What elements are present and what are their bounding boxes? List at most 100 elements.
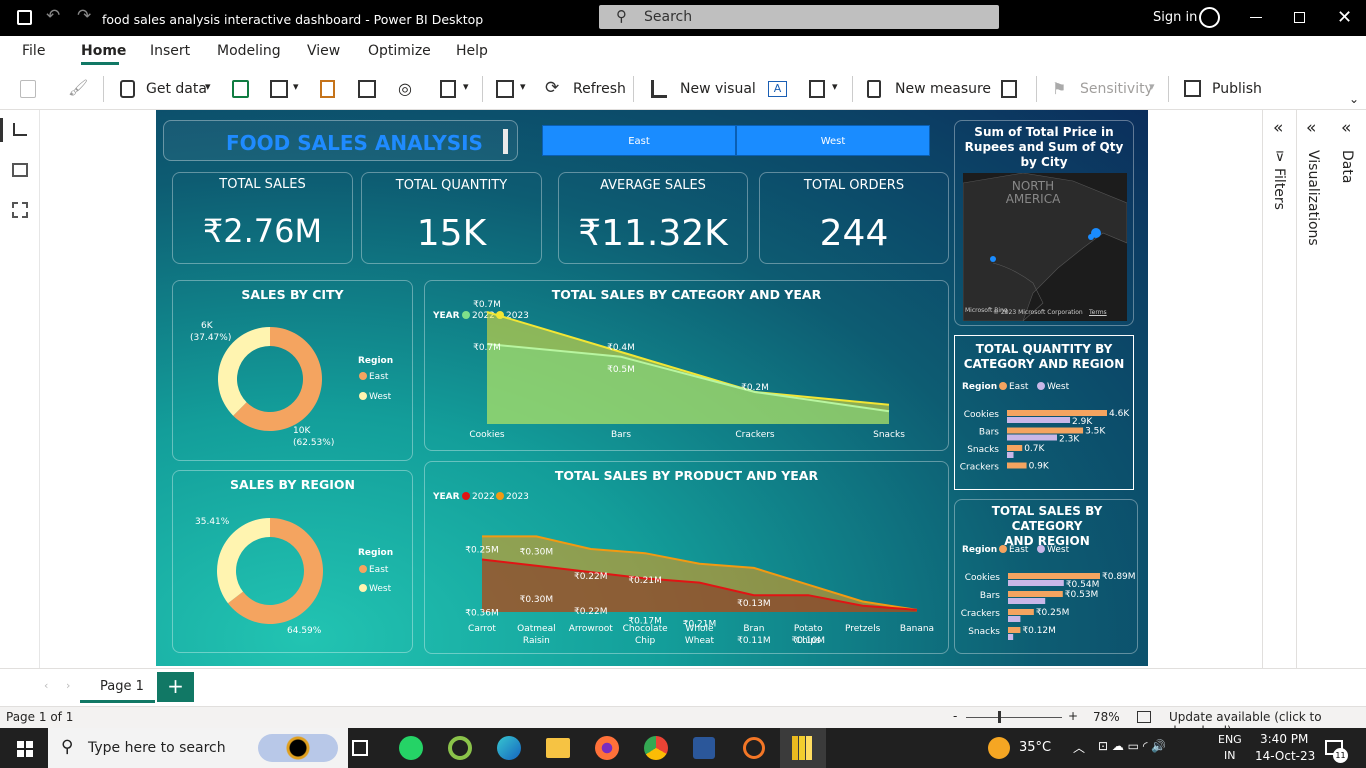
collapse-ribbon-icon[interactable]: ⌄	[1349, 92, 1359, 106]
x-tick-label: Chip	[635, 636, 655, 646]
expand-filters-icon[interactable]: «	[1273, 118, 1283, 138]
text-box-icon[interactable]: A	[768, 81, 787, 97]
format-painter-icon[interactable]: 🖌	[68, 78, 88, 97]
sql-icon[interactable]	[320, 80, 335, 98]
word-icon[interactable]	[693, 737, 715, 759]
taskbar-search[interactable]: ⚲ Type here to search	[48, 728, 348, 768]
kpi-total-quantity: TOTAL QUANTITY 15K	[361, 172, 542, 264]
report-view-icon[interactable]	[13, 123, 27, 136]
lang-eng[interactable]: ENG	[1218, 733, 1242, 746]
refresh-button[interactable]: Refresh	[573, 81, 626, 97]
zoom-out-icon[interactable]: -	[953, 709, 957, 723]
get-data-button[interactable]: Get data	[146, 81, 207, 97]
sensitivity-icon: ⚑	[1052, 79, 1067, 98]
tab-file[interactable]: File	[22, 43, 45, 59]
data-hub-icon[interactable]	[270, 80, 288, 98]
clock-time[interactable]: 3:40 PM	[1260, 732, 1308, 746]
next-page-icon[interactable]: ›	[66, 679, 70, 692]
legend-west: West	[369, 584, 392, 594]
calculator-icon	[867, 80, 881, 98]
tab-view[interactable]: View	[307, 43, 340, 59]
edge-icon[interactable]	[497, 736, 521, 760]
firefox-icon[interactable]	[595, 736, 619, 760]
file-explorer-icon[interactable]	[546, 738, 570, 758]
maximize-icon[interactable]	[1294, 12, 1305, 23]
dataverse-icon[interactable]: ◎	[398, 79, 412, 98]
title-card: FOOD SALES ANALYSIS	[163, 120, 518, 161]
clock-date[interactable]: 14-Oct-23	[1255, 749, 1315, 763]
data-label-east: 0.9K	[1029, 462, 1050, 472]
table-view-icon[interactable]	[12, 163, 28, 177]
tab-home[interactable]: Home	[81, 43, 126, 59]
sales-by-product-year-card[interactable]: TOTAL SALES BY PRODUCT AND YEAR YEAR 202…	[424, 461, 949, 654]
enter-data-icon[interactable]	[358, 80, 376, 98]
label-west-pct: (37.47%)	[190, 333, 231, 343]
new-measure-button[interactable]: New measure	[895, 81, 991, 97]
x-tick-label: Cookies	[469, 430, 505, 440]
sign-in-link[interactable]: Sign in	[1153, 10, 1197, 25]
tab-help[interactable]: Help	[456, 43, 488, 59]
chrome-icon[interactable]	[644, 736, 668, 760]
map-terms-link[interactable]: Terms	[1089, 309, 1107, 316]
model-view-icon[interactable]	[12, 202, 28, 218]
tab-modeling[interactable]: Modeling	[217, 43, 281, 59]
x-tick-label: Bars	[611, 430, 631, 440]
slicer-east[interactable]: East	[542, 125, 736, 156]
x-tick-label: Bran	[743, 624, 764, 634]
save-icon[interactable]	[17, 10, 32, 25]
task-view-icon[interactable]	[352, 740, 368, 756]
active-app-indicator	[780, 728, 826, 768]
search-box[interactable]: ⚲ Search	[599, 5, 999, 29]
sales-by-category-year-card[interactable]: TOTAL SALES BY CATEGORY AND YEAR YEAR 20…	[424, 280, 949, 451]
sales-by-city-card[interactable]: SALES BY CITY 6K (37.47%) 10K (62.53%) R…	[172, 280, 413, 461]
quantity-by-category-card[interactable]: TOTAL QUANTITY BY CATEGORY AND REGION Re…	[954, 335, 1134, 490]
redo-icon[interactable]: ↷	[77, 6, 91, 26]
map-canvas[interactable]: NORTH AMERICA Microsoft Bing © 2023 Micr…	[963, 173, 1127, 321]
jupyter-icon[interactable]	[743, 737, 765, 759]
expand-visualizations-icon[interactable]: «	[1306, 118, 1316, 138]
minimize-icon[interactable]	[1250, 17, 1262, 18]
zoom-in-icon[interactable]: +	[1068, 709, 1078, 723]
zoom-slider[interactable]	[966, 717, 1062, 718]
add-page-button[interactable]: +	[157, 672, 194, 702]
tray-icons[interactable]: ⊡ ☁ ▭ ◜ 🔊	[1098, 739, 1166, 753]
bar-east	[1007, 445, 1023, 451]
recent-sources-icon[interactable]	[440, 80, 456, 98]
new-visual-button[interactable]: New visual	[680, 81, 756, 97]
window-title: food sales analysis interactive dashboar…	[102, 12, 484, 27]
sales-by-region-card[interactable]: SALES BY REGION 35.41% 64.59% Region Eas…	[172, 470, 413, 653]
expand-data-icon[interactable]: «	[1341, 118, 1351, 138]
legend-west-dot	[359, 392, 367, 400]
kpi-value: ₹11.32K	[578, 213, 728, 254]
sensitivity-button[interactable]: Sensitivity	[1080, 81, 1153, 97]
page-tab-page-1[interactable]: Page 1	[80, 669, 155, 703]
sales-by-category-region-card[interactable]: TOTAL SALES BY CATEGORY AND REGION Regio…	[954, 499, 1138, 654]
label-east-pct: (62.53%)	[293, 438, 334, 448]
temperature[interactable]: 35°C	[1019, 740, 1051, 755]
excel-icon[interactable]	[232, 80, 249, 98]
undo-icon[interactable]: ↶	[46, 6, 60, 26]
slicer-west[interactable]: West	[736, 125, 930, 156]
filters-pane-tab[interactable]: Filters	[1271, 168, 1287, 210]
fit-to-page-icon[interactable]	[1137, 711, 1151, 723]
tab-insert[interactable]: Insert	[150, 43, 190, 59]
publish-button[interactable]: Publish	[1212, 81, 1262, 97]
whatsapp-icon[interactable]	[399, 736, 423, 760]
zoom-slider-thumb[interactable]	[998, 711, 1001, 723]
quick-measure-icon[interactable]	[1001, 80, 1017, 98]
close-icon[interactable]: ✕	[1337, 7, 1352, 28]
app-ring-icon[interactable]	[448, 736, 472, 760]
tab-optimize[interactable]: Optimize	[368, 43, 431, 59]
user-avatar-icon[interactable]	[1199, 7, 1220, 28]
lang-in[interactable]: IN	[1224, 749, 1235, 762]
more-visuals-icon[interactable]	[809, 80, 825, 98]
data-pane-tab[interactable]: Data	[1339, 150, 1355, 183]
paste-icon[interactable]	[20, 80, 36, 98]
windows-start-icon[interactable]	[17, 741, 33, 757]
map-visual[interactable]: Sum of Total Price in Rupees and Sum of …	[954, 120, 1134, 326]
data-label-2023: ₹0.22M	[574, 572, 608, 582]
transform-data-icon[interactable]	[496, 80, 514, 98]
visualizations-pane-tab[interactable]: Visualizations	[1305, 150, 1321, 246]
tray-chevron-icon[interactable]: ︿	[1073, 739, 1085, 756]
prev-page-icon[interactable]: ‹	[44, 679, 48, 692]
